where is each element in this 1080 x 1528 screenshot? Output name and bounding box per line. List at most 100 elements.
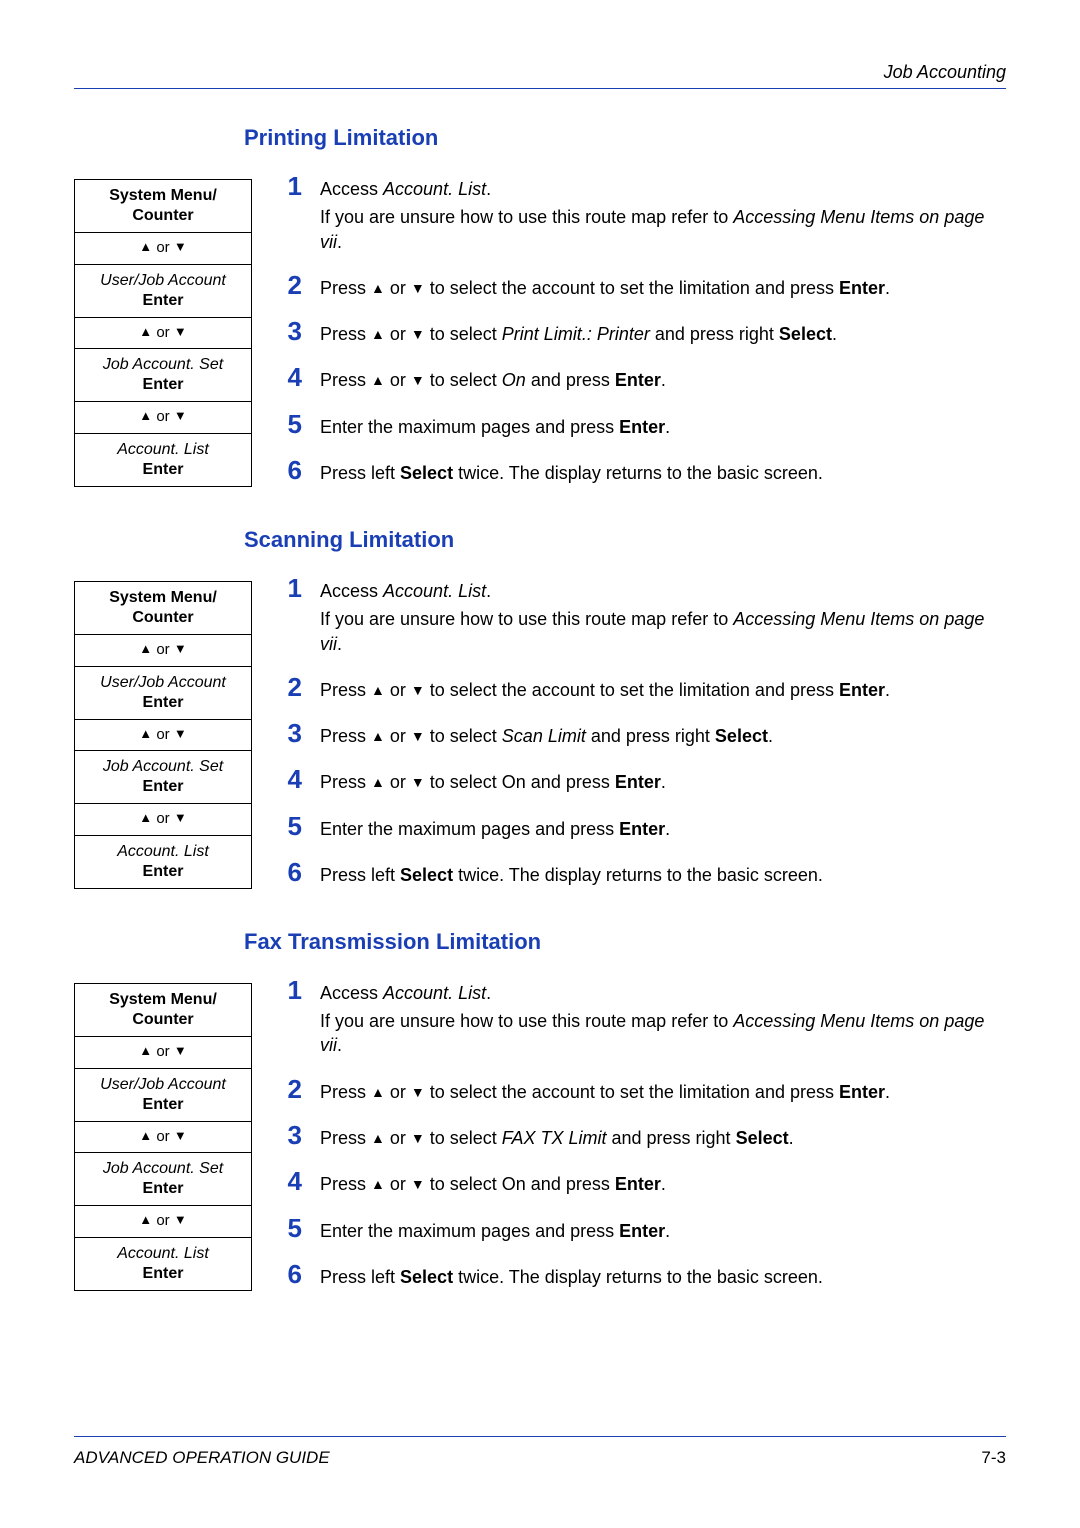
route-map: System Menu/ Counter▲ or ▼User/Job Accou… xyxy=(74,179,252,487)
triangle-down-icon: ▼ xyxy=(174,324,187,339)
step-number: 5 xyxy=(282,813,302,839)
triangle-down-icon: ▼ xyxy=(174,1043,187,1058)
step-number: 2 xyxy=(282,1076,302,1102)
route-map-secondary: Account. List xyxy=(81,842,245,862)
route-map-cell: ▲ or ▼ xyxy=(75,1206,251,1238)
bold-text: Select xyxy=(400,1267,453,1287)
step-body: Enter the maximum pages and press Enter. xyxy=(320,1219,1006,1243)
text: or xyxy=(385,370,411,390)
bold-text: Enter xyxy=(619,417,665,437)
step-body: Press ▲ or ▼ to select the account to se… xyxy=(320,1080,1006,1104)
text: . xyxy=(661,370,666,390)
triangle-down-icon: ▼ xyxy=(411,774,425,790)
text: . xyxy=(486,179,491,199)
triangle-down-icon: ▼ xyxy=(411,372,425,388)
text: or xyxy=(385,278,411,298)
step-number: 3 xyxy=(282,1122,302,1148)
nav-or-text: or xyxy=(152,324,174,341)
route-map: System Menu/ Counter▲ or ▼User/Job Accou… xyxy=(74,581,252,889)
route-map: System Menu/ Counter▲ or ▼User/Job Accou… xyxy=(74,983,252,1291)
step-body: Press left Select twice. The display ret… xyxy=(320,863,1006,887)
text: to select the account to set the limitat… xyxy=(425,680,839,700)
text: . xyxy=(768,726,773,746)
bold-text: Enter xyxy=(839,278,885,298)
text: . xyxy=(885,278,890,298)
text: or xyxy=(385,1128,411,1148)
route-map-secondary: Job Account. Set xyxy=(81,355,245,375)
section: Printing Limitation System Menu/ Counter▲… xyxy=(244,123,1006,487)
text: Access xyxy=(320,179,383,199)
text: Press xyxy=(320,1174,371,1194)
text: or xyxy=(385,1174,411,1194)
text: . xyxy=(486,581,491,601)
bold-text: Enter xyxy=(839,1082,885,1102)
bold-text: Select xyxy=(779,324,832,344)
route-map-cell: ▲ or ▼ xyxy=(75,804,251,836)
triangle-down-icon: ▼ xyxy=(174,641,187,656)
text: to select the account to set the limitat… xyxy=(425,1082,839,1102)
step-line: Access Account. List. xyxy=(320,177,1006,201)
route-map-cell: Job Account. SetEnter xyxy=(75,1153,251,1206)
section: Scanning LimitationSystem Menu/ Counter▲… xyxy=(244,525,1006,889)
triangle-up-icon: ▲ xyxy=(371,1176,385,1192)
route-map-cell: ▲ or ▼ xyxy=(75,1037,251,1069)
page-header: Job Accounting xyxy=(74,60,1006,89)
triangle-up-icon: ▲ xyxy=(139,726,152,741)
triangle-down-icon: ▼ xyxy=(174,239,187,254)
italic-text: On xyxy=(502,370,526,390)
step-line: Press ▲ or ▼ to select Print Limit.: Pri… xyxy=(320,322,1006,346)
step-line: Press ▲ or ▼ to select On and press Ente… xyxy=(320,770,1006,794)
page-body: Printing LimitationSystem Menu/ Counter▲… xyxy=(74,123,1006,1291)
step-line: If you are unsure how to use this route … xyxy=(320,1009,1006,1058)
text: . xyxy=(832,324,837,344)
text: If you are unsure how to use this route … xyxy=(320,207,733,227)
steps-list: 1Access Account. List.If you are unsure … xyxy=(282,575,1006,887)
text: Press xyxy=(320,278,371,298)
step-body: Enter the maximum pages and press Enter. xyxy=(320,817,1006,841)
triangle-down-icon: ▼ xyxy=(411,1084,425,1100)
route-map-cell: Account. ListEnter xyxy=(75,1238,251,1290)
text: twice. The display returns to the basic … xyxy=(453,1267,823,1287)
bold-text: Enter xyxy=(619,1221,665,1241)
step: 2Press ▲ or ▼ to select the account to s… xyxy=(282,272,1006,300)
bold-text: Select xyxy=(715,726,768,746)
nav-or-text: or xyxy=(152,641,174,658)
step: 3Press ▲ or ▼ to select Print Limit.: Pr… xyxy=(282,318,1006,346)
triangle-up-icon: ▲ xyxy=(139,810,152,825)
step: 3Press ▲ or ▼ to select FAX TX Limit and… xyxy=(282,1122,1006,1150)
section-block: System Menu/ Counter▲ or ▼User/Job Accou… xyxy=(244,575,1006,889)
italic-text: Scan Limit xyxy=(502,726,586,746)
page-footer: ADVANCED OPERATION GUIDE 7-3 xyxy=(74,1436,1006,1470)
text: Press left xyxy=(320,1267,400,1287)
step-number: 1 xyxy=(282,977,302,1003)
bold-text: Enter xyxy=(619,819,665,839)
step-number: 5 xyxy=(282,411,302,437)
nav-or-text: or xyxy=(152,239,174,256)
text: to select the account to set the limitat… xyxy=(425,278,839,298)
step-line: Press left Select twice. The display ret… xyxy=(320,863,1006,887)
text: . xyxy=(337,232,342,252)
step: 4Press ▲ or ▼ to select On and press Ent… xyxy=(282,766,1006,794)
nav-or-text: or xyxy=(152,1128,174,1145)
step-line: Enter the maximum pages and press Enter. xyxy=(320,817,1006,841)
text: to select xyxy=(425,726,502,746)
triangle-up-icon: ▲ xyxy=(371,372,385,388)
route-map-secondary: Job Account. Set xyxy=(81,1159,245,1179)
step-body: Press ▲ or ▼ to select Print Limit.: Pri… xyxy=(320,322,1006,346)
route-map-secondary: Job Account. Set xyxy=(81,757,245,777)
text: Press left xyxy=(320,865,400,885)
route-map-primary: Enter xyxy=(81,1179,245,1199)
step: 2Press ▲ or ▼ to select the account to s… xyxy=(282,674,1006,702)
route-map-secondary: User/Job Account xyxy=(81,1075,245,1095)
route-map-cell: Job Account. SetEnter xyxy=(75,349,251,402)
route-map-cell: System Menu/ Counter xyxy=(75,180,251,233)
step-line: Enter the maximum pages and press Enter. xyxy=(320,415,1006,439)
triangle-up-icon: ▲ xyxy=(139,1128,152,1143)
step-line: Press ▲ or ▼ to select the account to se… xyxy=(320,678,1006,702)
step: 6Press left Select twice. The display re… xyxy=(282,457,1006,485)
text: . xyxy=(661,1174,666,1194)
triangle-down-icon: ▼ xyxy=(174,1128,187,1143)
header-rule xyxy=(74,88,1006,89)
section-block: System Menu/ Counter▲ or ▼User/Job Accou… xyxy=(244,173,1006,487)
section-heading: Printing Limitation xyxy=(244,123,1006,153)
